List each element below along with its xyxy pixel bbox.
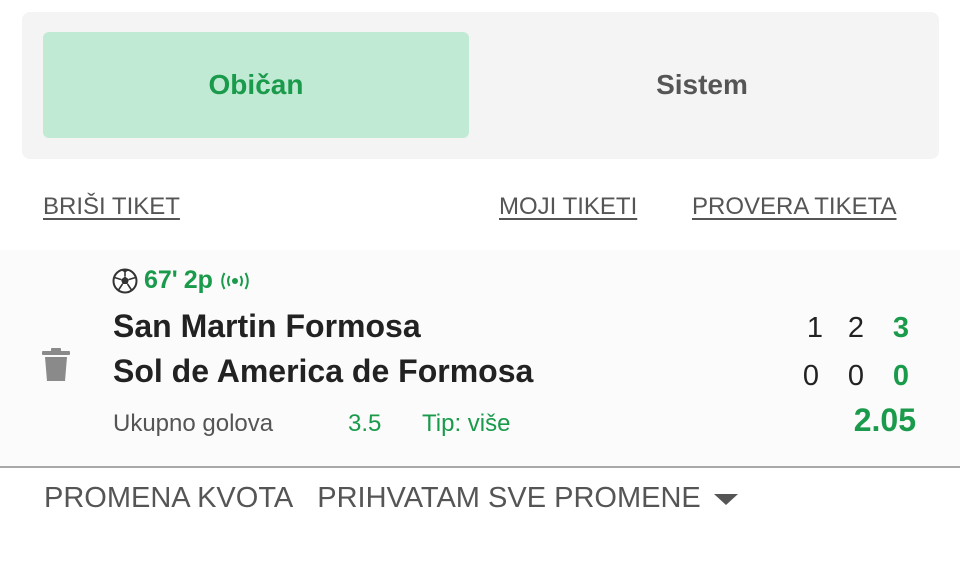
tab-sistem[interactable]: Sistem bbox=[482, 32, 922, 138]
trash-icon[interactable] bbox=[42, 348, 70, 387]
home-score-total: 3 bbox=[892, 312, 910, 344]
odds-change-select[interactable]: PRIHVATAM SVE PROMENE bbox=[317, 482, 739, 515]
odds-change-row: PROMENA KVOTA PRIHVATAM SVE PROMENE bbox=[44, 482, 739, 515]
live-broadcast-icon bbox=[221, 272, 249, 289]
match-minute: 67' bbox=[144, 266, 178, 294]
check-ticket-link[interactable]: PROVERA TIKETA bbox=[692, 193, 897, 221]
away-score-total: 0 bbox=[892, 360, 910, 392]
home-score-second-half: 2 bbox=[847, 312, 865, 344]
away-score-first-half: 0 bbox=[802, 360, 820, 392]
away-team-name: Sol de America de Formosa bbox=[113, 353, 534, 389]
caret-down-icon bbox=[713, 493, 738, 505]
home-score-first-half: 1 bbox=[806, 312, 824, 344]
tab-obican[interactable]: Običan bbox=[43, 32, 469, 138]
ticket-item: 67' 2p San Martin Formosa Sol de America… bbox=[0, 250, 960, 468]
away-score-second-half: 0 bbox=[847, 360, 865, 392]
live-status: 67' 2p bbox=[112, 266, 251, 295]
selected-tip: Tip: više bbox=[422, 410, 511, 437]
ticket-type-tabs: Običan Sistem bbox=[22, 12, 939, 159]
odds-change-value: PRIHVATAM SVE PROMENE bbox=[317, 482, 701, 514]
home-team-name: San Martin Formosa bbox=[113, 308, 421, 344]
selection-odd: 2.05 bbox=[853, 402, 916, 438]
market-line: 3.5 bbox=[348, 410, 382, 437]
match-period: 2p bbox=[183, 266, 213, 294]
market-name: Ukupno golova bbox=[113, 410, 274, 437]
my-tickets-link[interactable]: MOJI TIKETI bbox=[499, 193, 637, 221]
delete-ticket-link[interactable]: BRIŠI TIKET bbox=[43, 193, 180, 221]
odds-change-label: PROMENA KVOTA bbox=[44, 482, 294, 514]
soccer-ball-icon bbox=[112, 268, 138, 293]
